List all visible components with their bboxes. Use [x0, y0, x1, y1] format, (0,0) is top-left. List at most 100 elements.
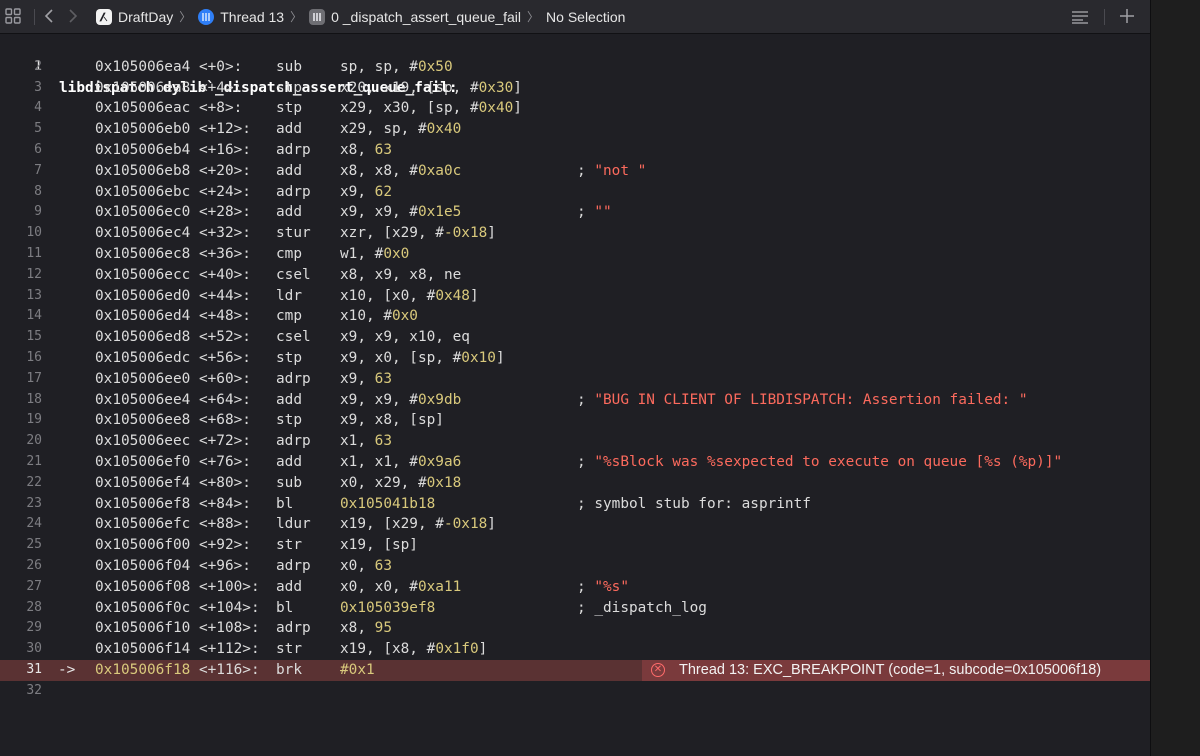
line-number[interactable]: 21 [0, 452, 42, 473]
line-number[interactable]: 31 [0, 660, 42, 681]
instruction-line[interactable]: 22 0x105006ef4 <+80>: sub x0, x29, #0x18 [0, 473, 1150, 494]
line-number[interactable]: 29 [0, 618, 42, 639]
operand-text: x19, [sp] [340, 537, 418, 554]
instruction-line[interactable]: 2 0x105006ea4 <+0>: sub sp, sp, #0x50 [0, 57, 1150, 78]
instruction-line[interactable]: 4 0x105006eac <+8>: stp x29, x30, [sp, #0x4… [0, 98, 1150, 119]
instruction-line[interactable]: 16 0x105006edc <+56>: stp x9, x0, [sp, #0x1… [0, 348, 1150, 369]
instruction-line[interactable]: 15 0x105006ed8 <+52>: csel x9, x9, x10, eq [0, 327, 1150, 348]
instruction-address: 0x105006eb8 <+20>: [95, 162, 251, 179]
line-number[interactable]: 8 [0, 182, 42, 203]
instruction-line[interactable]: 13 0x105006ed0 <+44>: ldr x10, [x0, #0x48] [0, 286, 1150, 307]
line-number[interactable]: 22 [0, 473, 42, 494]
line-number[interactable]: 17 [0, 369, 42, 390]
instruction-address: 0x105006f0c <+104>: [95, 599, 260, 616]
instruction-line[interactable]: 32 [0, 681, 1150, 702]
back-chevron-icon[interactable] [42, 6, 56, 26]
line-number[interactable]: 30 [0, 639, 42, 660]
instruction-line[interactable]: 26 0x105006f04 <+96>: adrp x0, 63 [0, 556, 1150, 577]
exception-banner[interactable]: ✕ Thread 13: EXC_BREAKPOINT (code=1, subc… [642, 659, 1150, 681]
instruction-line[interactable]: 25 0x105006f00 <+92>: str x19, [sp] [0, 535, 1150, 556]
add-editor-plus-icon[interactable] [1116, 4, 1138, 28]
instruction-line[interactable]: 18 0x105006ee4 <+64>: add x9, x9, #0x9db ; "… [0, 390, 1150, 411]
operand-text: x9, [340, 370, 375, 387]
line-number[interactable]: 7 [0, 161, 42, 182]
operand-text: x8, x9, x8, ne [340, 266, 462, 283]
instruction-operands: x19, [sp] [340, 535, 418, 556]
line-number[interactable]: 16 [0, 348, 42, 369]
instruction-mnemonic: ldur [276, 516, 311, 533]
instruction-line[interactable]: 10 0x105006ec4 <+32>: stur xzr, [x29, #-0x1… [0, 223, 1150, 244]
instruction-line[interactable]: 14 0x105006ed4 <+48>: cmp x10, #0x0 [0, 306, 1150, 327]
forward-chevron-icon[interactable] [66, 6, 80, 26]
instruction-line[interactable]: 24 0x105006efc <+88>: ldur x19, [x29, #-0x1… [0, 514, 1150, 535]
line-number[interactable]: 3 [0, 78, 42, 99]
instruction-line[interactable]: 29 0x105006f10 <+108>: adrp x8, 95 [0, 618, 1150, 639]
instruction-line[interactable]: 5 0x105006eb0 <+12>: add x29, sp, #0x40 [0, 119, 1150, 140]
line-number[interactable]: 18 [0, 390, 42, 411]
line-number[interactable]: 25 [0, 535, 42, 556]
instruction-address: 0x105006ee8 <+68>: [95, 412, 251, 429]
line-number[interactable]: 6 [0, 140, 42, 161]
program-counter-arrow: -> [58, 661, 76, 678]
instruction-line[interactable]: 21 0x105006ef0 <+76>: add x1, x1, #0x9a6 ; "… [0, 452, 1150, 473]
instruction-line[interactable]: 3 0x105006ea8 <+4>: stp x20, x19, [sp, #0x3… [0, 78, 1150, 99]
instruction-line[interactable]: 28 0x105006f0c <+104>: bl 0x105039ef8 ; _dis… [0, 598, 1150, 619]
line-number[interactable]: 11 [0, 244, 42, 265]
breadcrumb-app[interactable]: DraftDay 〉 [96, 8, 198, 25]
operand-number: 63 [374, 141, 392, 158]
current-instruction-line[interactable]: 31 -> 0x105006f18 <+116>: brk #0x1 ✕ Thread 13… [0, 659, 1150, 681]
instruction-operands: 0x105041b18 [340, 494, 435, 515]
instruction-address: 0x105006ed0 <+44>: [95, 287, 251, 304]
related-items-grid-icon[interactable] [5, 8, 21, 24]
line-number[interactable]: 23 [0, 494, 42, 515]
line-number[interactable]: 20 [0, 431, 42, 452]
editor-options-lines-icon[interactable] [1070, 9, 1090, 25]
line-number[interactable]: 26 [0, 556, 42, 577]
instruction-line[interactable]: 7 0x105006eb8 <+20>: add x8, x8, #0xa0c ; "n… [0, 161, 1150, 182]
line-number[interactable]: 5 [0, 119, 42, 140]
instruction-line[interactable]: 8 0x105006ebc <+24>: adrp x9, 62 [0, 182, 1150, 203]
instruction-mnemonic: sub [276, 474, 302, 491]
instruction-address: 0x105006ec4 <+32>: [95, 225, 251, 242]
instruction-line[interactable]: 17 0x105006ee0 <+60>: adrp x9, 63 [0, 369, 1150, 390]
breadcrumb-selection[interactable]: No Selection [546, 9, 625, 25]
instruction-line[interactable]: 23 0x105006ef8 <+84>: bl 0x105041b18 ; symbo… [0, 494, 1150, 515]
line-number[interactable]: 24 [0, 514, 42, 535]
instruction-offset: <+12>: [198, 121, 251, 138]
operand-number: 0x9db [417, 391, 462, 408]
instruction-line[interactable]: 27 0x105006f08 <+100>: add x0, x0, #0xa11 ; … [0, 577, 1150, 598]
instruction-operands: x1, 63 [340, 431, 392, 452]
disassembly-view[interactable]: 1 libdispatch.dylib`_dispatch_assert_que… [0, 36, 1150, 702]
instruction-line[interactable]: 6 0x105006eb4 <+16>: adrp x8, 63 [0, 140, 1150, 161]
line-number[interactable]: 4 [0, 98, 42, 119]
toolbar-divider [34, 9, 35, 25]
line-number[interactable]: 9 [0, 202, 42, 223]
breadcrumb-frame[interactable]: 0 _dispatch_assert_queue_fail 〉 [309, 8, 546, 25]
instruction-address: 0x105006ed8 <+52>: [95, 329, 251, 346]
instruction-line[interactable]: 11 0x105006ec8 <+36>: cmp w1, #0x0 [0, 244, 1150, 265]
instruction-mnemonic: stur [276, 225, 311, 242]
line-number[interactable]: 32 [0, 681, 42, 702]
instruction-line[interactable]: 20 0x105006eec <+72>: adrp x1, 63 [0, 431, 1150, 452]
line-number[interactable]: 19 [0, 410, 42, 431]
instruction-mnemonic: adrp [276, 183, 311, 200]
line-number[interactable]: 28 [0, 598, 42, 619]
instruction-line[interactable]: 30 0x105006f14 <+112>: str x19, [x8, #0x1f0… [0, 639, 1150, 660]
line-number[interactable]: 10 [0, 223, 42, 244]
breadcrumb-thread[interactable]: Thread 13 〉 [198, 8, 309, 25]
line-number[interactable]: 27 [0, 577, 42, 598]
instruction-address: 0x105006f00 <+92>: [95, 537, 251, 554]
breadcrumb-separator-icon: 〉 [290, 10, 303, 24]
line-number[interactable]: 12 [0, 265, 42, 286]
jump-bar: DraftDay 〉 Thread 13 〉 0 _dispatch_asser… [0, 0, 1150, 34]
line-number[interactable]: 15 [0, 327, 42, 348]
instruction-offset: <+112>: [198, 641, 260, 658]
instruction-mnemonic: adrp [276, 620, 311, 637]
instruction-line[interactable]: 12 0x105006ecc <+40>: csel x8, x9, x8, ne [0, 265, 1150, 286]
line-number[interactable]: 13 [0, 286, 42, 307]
instruction-line[interactable]: 19 0x105006ee8 <+68>: stp x9, x8, [sp] [0, 410, 1150, 431]
breadcrumb-separator-icon: 〉 [179, 10, 192, 24]
line-number[interactable]: 14 [0, 306, 42, 327]
line-number[interactable]: 2 [0, 57, 42, 78]
instruction-line[interactable]: 9 0x105006ec0 <+28>: add x9, x9, #0x1e5 ; "" [0, 202, 1150, 223]
